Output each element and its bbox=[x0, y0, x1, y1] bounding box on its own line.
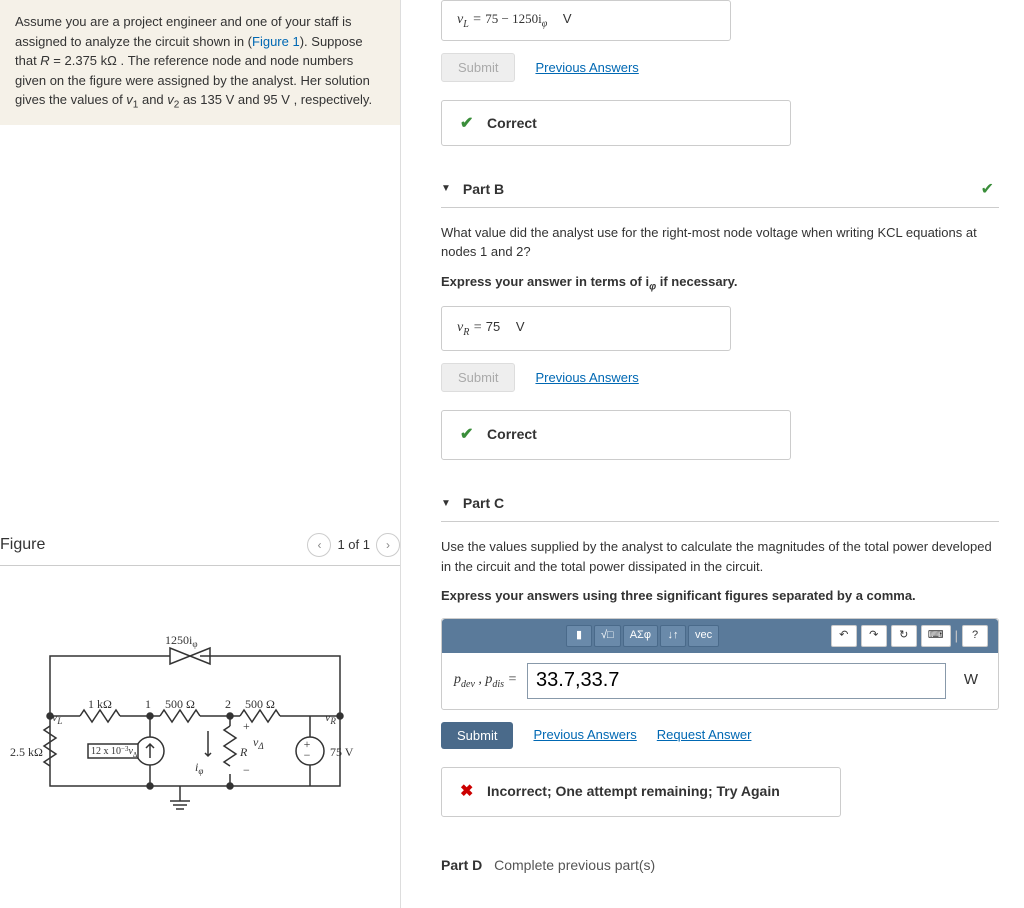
svg-text:−: − bbox=[243, 763, 250, 777]
x-icon: ✖ bbox=[460, 783, 473, 800]
figure-link[interactable]: Figure 1 bbox=[252, 34, 300, 49]
feedback-correct: ✔ Correct bbox=[441, 410, 791, 460]
svg-text:500 Ω: 500 Ω bbox=[165, 697, 195, 711]
submit-row: Submit Previous Answers bbox=[441, 53, 999, 82]
previous-answers-link[interactable]: Previous Answers bbox=[535, 60, 638, 75]
problem-text: and bbox=[138, 92, 167, 107]
figure-count: 1 of 1 bbox=[337, 537, 370, 552]
equation-toolbar: ▮ √□ ΑΣφ ↓↑ vec ↶ ↷ ↻ ⌨ | ? bbox=[442, 619, 998, 653]
next-figure-button[interactable]: › bbox=[376, 533, 400, 557]
part-b-body: What value did the analyst use for the r… bbox=[441, 208, 999, 460]
figure-nav: ‹ 1 of 1 › bbox=[307, 533, 400, 557]
unit: V bbox=[281, 92, 290, 107]
submit-button[interactable]: Submit bbox=[441, 53, 515, 82]
figure-title: Figure bbox=[0, 536, 45, 554]
svg-text:vL: vL bbox=[52, 710, 62, 726]
part-c-header[interactable]: ▼ Part C bbox=[441, 485, 999, 522]
part-b-instruction: What value did the analyst use for the r… bbox=[441, 223, 999, 262]
part-c-instruction: Use the values supplied by the analyst t… bbox=[441, 537, 999, 576]
tool-sqrt[interactable]: √□ bbox=[594, 625, 621, 647]
problem-text: as 135 bbox=[179, 92, 225, 107]
left-column: Assume you are a project engineer and on… bbox=[0, 0, 400, 908]
submit-button[interactable]: Submit bbox=[441, 363, 515, 392]
part-c-bold: Express your answers using three signifi… bbox=[441, 586, 999, 606]
feedback-text: Incorrect; One attempt remaining; Try Ag… bbox=[487, 783, 780, 799]
prev-figure-button[interactable]: ‹ bbox=[307, 533, 331, 557]
feedback-incorrect: ✖ Incorrect; One attempt remaining; Try … bbox=[441, 767, 841, 817]
unit: kΩ bbox=[101, 53, 117, 68]
part-b-title: Part B bbox=[463, 181, 504, 197]
svg-text:1: 1 bbox=[145, 697, 151, 711]
svg-text:vΔ: vΔ bbox=[253, 735, 264, 751]
feedback-text: Correct bbox=[487, 426, 537, 442]
svg-text:75 V: 75 V bbox=[330, 745, 354, 759]
main-container: Assume you are a project engineer and on… bbox=[0, 0, 1024, 908]
equation-label: pdev , pdis = bbox=[454, 669, 517, 692]
svg-text:12 x 10−3vΔ: 12 x 10−3vΔ bbox=[91, 745, 138, 759]
problem-text: and 95 bbox=[234, 92, 281, 107]
submit-row: Submit Previous Answers bbox=[441, 363, 999, 392]
part-d-text: Complete previous part(s) bbox=[494, 857, 655, 873]
svg-text:500 Ω: 500 Ω bbox=[245, 697, 275, 711]
svg-text:−: − bbox=[304, 748, 311, 762]
answer-display-vl: vL = 75 − 1250iφ V bbox=[441, 0, 731, 41]
unit-label: W bbox=[956, 669, 986, 692]
part-c-body: Use the values supplied by the analyst t… bbox=[441, 522, 999, 817]
part-b-section: ▼ Part B ✔ What value did the analyst us… bbox=[441, 171, 999, 460]
feedback-correct: ✔ Correct bbox=[441, 100, 791, 146]
problem-text: = 2.375 bbox=[50, 53, 101, 68]
circuit-diagram: 1250iφ 1 kΩ 1 500 Ω 2 500 Ω vL vR 2.5 kΩ… bbox=[0, 616, 400, 839]
caret-down-icon: ▼ bbox=[441, 498, 451, 509]
svg-text:1 kΩ: 1 kΩ bbox=[88, 697, 112, 711]
previous-answers-link[interactable]: Previous Answers bbox=[533, 725, 636, 745]
equation-editor: ▮ √□ ΑΣφ ↓↑ vec ↶ ↷ ↻ ⌨ | ? bbox=[441, 618, 999, 710]
tool-vec[interactable]: vec bbox=[688, 625, 719, 647]
feedback-text: Correct bbox=[487, 115, 537, 131]
help-button[interactable]: ? bbox=[962, 625, 988, 647]
check-icon: ✔ bbox=[460, 115, 473, 132]
figure-section: Figure ‹ 1 of 1 › bbox=[0, 525, 400, 839]
svg-text:R: R bbox=[239, 745, 248, 759]
part-d-label: Part D bbox=[441, 857, 482, 873]
part-c-title: Part C bbox=[463, 495, 504, 511]
unit: V bbox=[226, 92, 235, 107]
svg-text:1250iφ: 1250iφ bbox=[165, 633, 198, 649]
part-b-header[interactable]: ▼ Part B ✔ bbox=[441, 171, 999, 208]
request-answer-link[interactable]: Request Answer bbox=[657, 725, 752, 745]
figure-header: Figure ‹ 1 of 1 › bbox=[0, 525, 400, 566]
reset-button[interactable]: ↻ bbox=[891, 625, 917, 647]
tool-arrows[interactable]: ↓↑ bbox=[660, 625, 686, 647]
submit-row: Submit Previous Answers Request Answer bbox=[441, 722, 999, 749]
answer-display-vr: vR = 75 V bbox=[441, 306, 731, 351]
caret-down-icon: ▼ bbox=[441, 183, 451, 194]
previous-answers-link[interactable]: Previous Answers bbox=[535, 368, 638, 388]
svg-text:2: 2 bbox=[225, 697, 231, 711]
svg-text:+: + bbox=[243, 719, 250, 733]
r-var: R bbox=[40, 53, 49, 68]
right-column: vL = 75 − 1250iφ V Submit Previous Answe… bbox=[400, 0, 1024, 908]
svg-text:iφ: iφ bbox=[195, 760, 203, 776]
check-icon: ✔ bbox=[460, 426, 473, 443]
problem-text: , respectively. bbox=[290, 92, 372, 107]
equation-input-row: pdev , pdis = W bbox=[442, 653, 998, 709]
tool-templates[interactable]: ▮ bbox=[566, 625, 592, 647]
top-answer-section: vL = 75 − 1250iφ V Submit Previous Answe… bbox=[441, 0, 999, 146]
redo-button[interactable]: ↷ bbox=[861, 625, 887, 647]
part-d-row: Part D Complete previous part(s) bbox=[441, 842, 999, 888]
submit-button[interactable]: Submit bbox=[441, 722, 513, 749]
part-c-section: ▼ Part C Use the values supplied by the … bbox=[441, 485, 999, 817]
part-b-bold: Express your answer in terms of iφ if ne… bbox=[441, 272, 999, 295]
svg-text:vR: vR bbox=[325, 710, 336, 726]
undo-button[interactable]: ↶ bbox=[831, 625, 857, 647]
keyboard-button[interactable]: ⌨ bbox=[921, 625, 951, 647]
svg-text:2.5 kΩ: 2.5 kΩ bbox=[10, 745, 43, 759]
problem-statement: Assume you are a project engineer and on… bbox=[0, 0, 400, 125]
tool-greek[interactable]: ΑΣφ bbox=[623, 625, 658, 647]
answer-input[interactable] bbox=[527, 663, 946, 699]
check-icon: ✔ bbox=[981, 179, 994, 199]
